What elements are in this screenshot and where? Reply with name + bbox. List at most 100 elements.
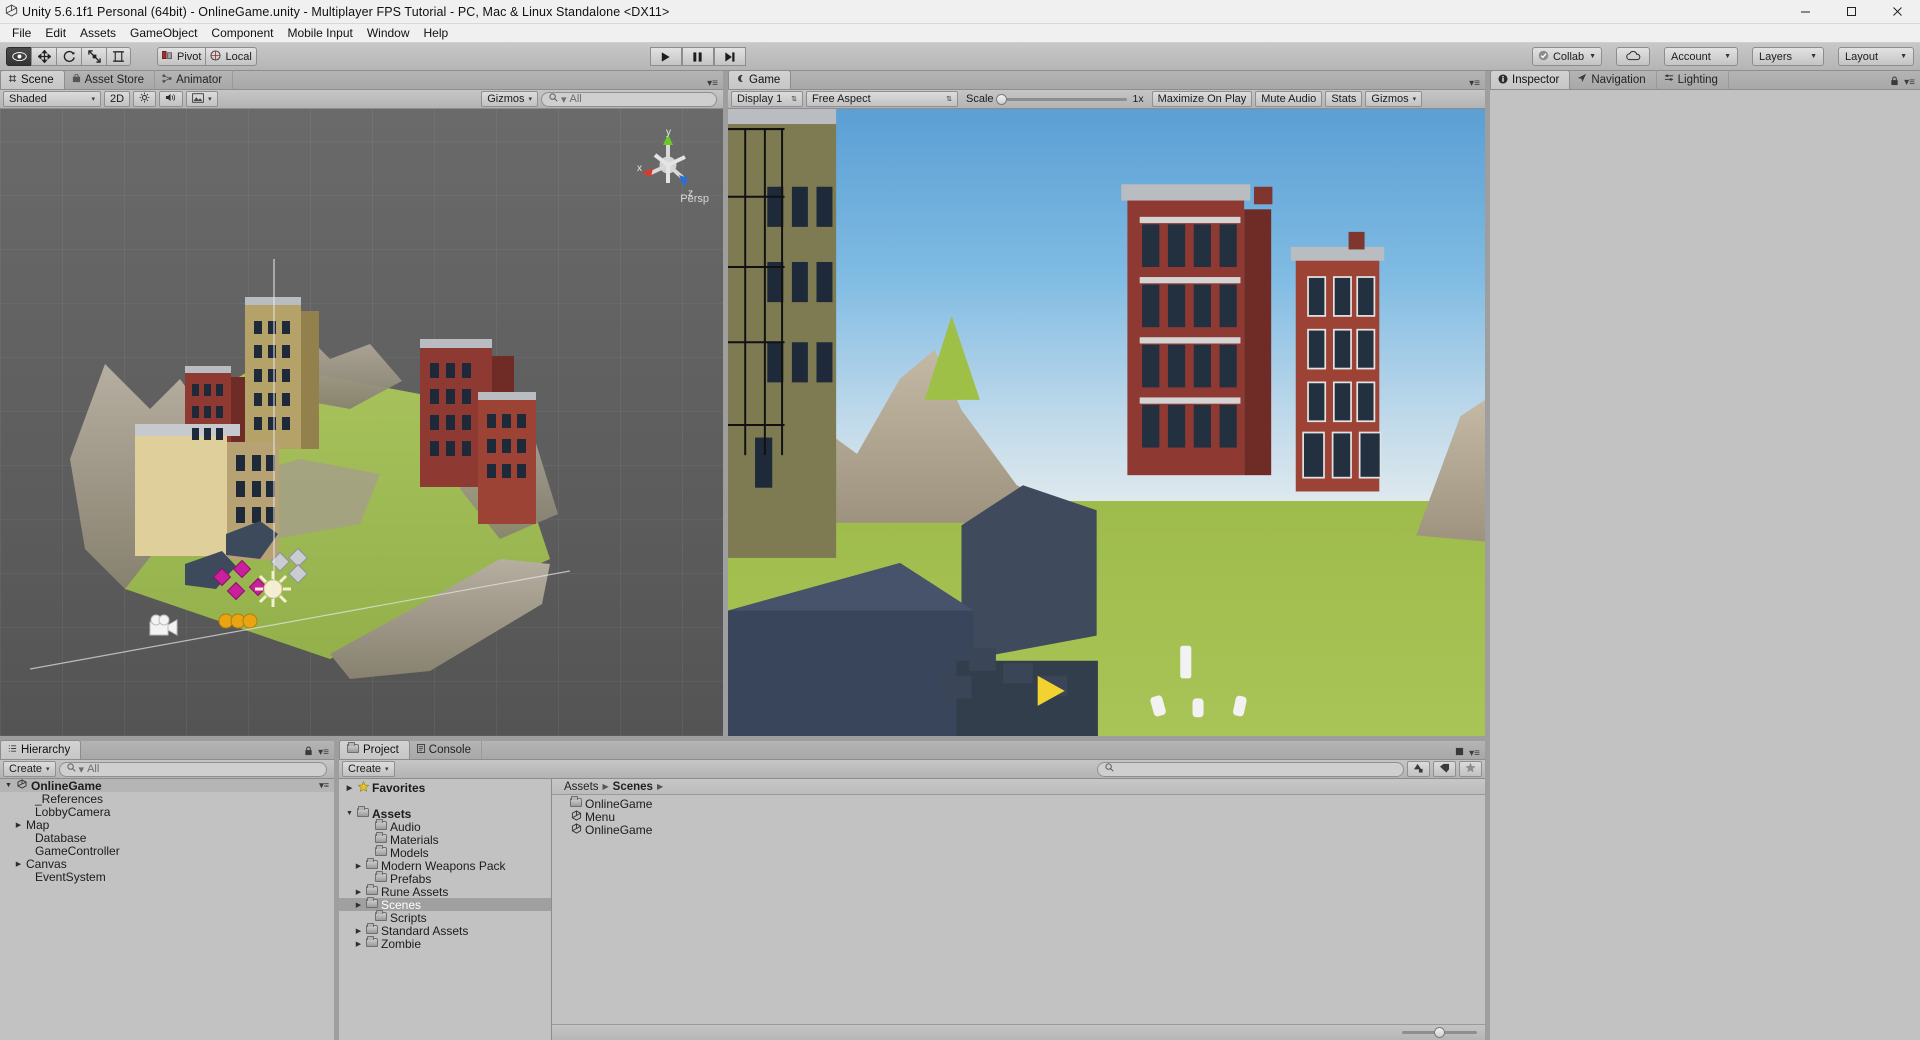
panel-menu-icon[interactable]: ▾≡ — [1904, 77, 1915, 88]
scale-slider-track[interactable] — [1000, 98, 1127, 101]
hierarchy-item-map[interactable]: ▶ Map — [0, 818, 334, 831]
pivot-toggle-button[interactable]: Pivot — [157, 47, 205, 66]
hierarchy-item-references[interactable]: ▶ _References — [0, 792, 334, 805]
panel-menu-icon[interactable]: ▾≡ — [1469, 78, 1480, 89]
stats-toggle[interactable]: Stats — [1325, 91, 1362, 107]
cloud-services-button[interactable] — [1616, 47, 1650, 66]
hierarchy-tree[interactable]: ▼ OnlineGame ▾≡ ▶ _References ▶ — [0, 779, 334, 1040]
display-dropdown[interactable]: Display 1 ⇅ — [731, 91, 803, 107]
menu-item-component[interactable]: Component — [204, 24, 280, 43]
breadcrumb-item-assets[interactable]: Assets — [564, 781, 599, 793]
step-button[interactable] — [714, 47, 746, 66]
panel-menu-icon[interactable]: ▾≡ — [1469, 748, 1480, 759]
chevron-right-icon[interactable]: ▶ — [354, 940, 363, 948]
menu-item-assets[interactable]: Assets — [73, 24, 123, 43]
layout-mode-icon[interactable] — [1455, 747, 1464, 759]
project-tree-item-audio[interactable]: ▶ Audio — [339, 820, 551, 833]
play-button[interactable] — [650, 47, 682, 66]
project-tree-item-favorites[interactable]: ▶ Favorites — [339, 781, 551, 794]
hierarchy-item-eventsystem[interactable]: ▶ EventSystem — [0, 870, 334, 883]
chevron-right-icon[interactable]: ▶ — [14, 821, 23, 829]
project-zoom-slider[interactable] — [1402, 1031, 1477, 1034]
filter-by-label-button[interactable] — [1433, 761, 1456, 777]
menu-item-gameobject[interactable]: GameObject — [123, 24, 204, 43]
project-item-onlinegame-scene[interactable]: OnlineGame — [552, 823, 1485, 836]
chevron-right-icon[interactable]: ▶ — [14, 860, 23, 868]
pause-button[interactable] — [682, 47, 714, 66]
chevron-right-icon[interactable]: ▶ — [354, 888, 363, 896]
draw-mode-dropdown[interactable]: Shaded ▾ — [3, 91, 101, 107]
2d-toggle-button[interactable]: 2D — [104, 91, 130, 107]
tab-animator[interactable]: Animator — [155, 70, 233, 89]
scene-panel-menu[interactable]: ▾≡ — [707, 78, 723, 89]
tab-asset-store[interactable]: Asset Store — [65, 70, 155, 89]
menu-item-help[interactable]: Help — [417, 24, 456, 43]
menu-item-mobile-input[interactable]: Mobile Input — [280, 24, 359, 43]
close-button[interactable] — [1874, 0, 1920, 24]
tab-inspector[interactable]: Inspector — [1490, 70, 1570, 89]
tab-game[interactable]: Game — [728, 70, 791, 89]
tab-hierarchy[interactable]: Hierarchy — [0, 740, 81, 759]
menu-item-window[interactable]: Window — [360, 24, 417, 43]
maximize-on-play-toggle[interactable]: Maximize On Play — [1152, 91, 1253, 107]
hierarchy-item-canvas[interactable]: ▶ Canvas — [0, 857, 334, 870]
layout-button[interactable]: Layout ▼ — [1838, 47, 1914, 66]
panel-menu-icon[interactable]: ▾≡ — [319, 780, 334, 791]
chevron-right-icon[interactable]: ▶ — [345, 784, 354, 792]
tab-scene[interactable]: Scene — [0, 70, 65, 89]
project-tree-item-modern-weapons-pack[interactable]: ▶ Modern Weapons Pack — [339, 859, 551, 872]
layers-button[interactable]: Layers ▼ — [1752, 47, 1824, 66]
game-panel-menu[interactable]: ▾≡ — [1469, 78, 1485, 89]
hierarchy-item-gamecontroller[interactable]: ▶ GameController — [0, 844, 334, 857]
maximize-button[interactable] — [1828, 0, 1874, 24]
inspector-content[interactable] — [1490, 90, 1920, 1040]
rect-transform-tool-button[interactable] — [106, 47, 131, 66]
scale-slider-group[interactable]: Scale 1x — [961, 91, 1149, 107]
panel-menu-icon[interactable]: ▾≡ — [318, 747, 329, 758]
project-tree-item-assets[interactable]: ▼ Assets — [339, 807, 551, 820]
hierarchy-item-lobbycamera[interactable]: ▶ LobbyCamera — [0, 805, 334, 818]
chevron-down-icon[interactable]: ▼ — [345, 810, 354, 817]
hand-tool-button[interactable] — [6, 47, 31, 66]
hierarchy-create-button[interactable]: Create ▾ — [3, 761, 56, 777]
scale-tool-button[interactable] — [81, 47, 106, 66]
scene-projection-label[interactable]: Persp — [680, 193, 709, 205]
menu-item-edit[interactable]: Edit — [38, 24, 73, 43]
chevron-right-icon[interactable]: ▶ — [354, 927, 363, 935]
move-tool-button[interactable] — [31, 47, 56, 66]
tab-lighting[interactable]: Lighting — [1657, 70, 1729, 89]
project-tree-item-zombie[interactable]: ▶ Zombie — [339, 937, 551, 950]
lock-icon[interactable] — [304, 746, 313, 759]
scale-slider-knob[interactable] — [996, 94, 1007, 105]
project-tree-item-scenes[interactable]: ▶ Scenes — [339, 898, 551, 911]
tab-console[interactable]: Console — [410, 740, 482, 759]
hierarchy-item-onlinegame[interactable]: ▼ OnlineGame ▾≡ — [0, 779, 334, 792]
scene-audio-toggle[interactable] — [159, 91, 183, 107]
chevron-right-icon[interactable]: ▶ — [354, 862, 363, 870]
scene-gizmos-dropdown[interactable]: Gizmos ▾ — [481, 91, 538, 107]
scene-orientation-gizmo[interactable]: y x z — [633, 123, 703, 201]
hierarchy-item-database[interactable]: ▶ Database — [0, 831, 334, 844]
scene-search-input[interactable]: ▾ All — [541, 92, 717, 107]
menu-item-file[interactable]: File — [5, 24, 38, 43]
scene-viewport[interactable]: y x z Persp — [0, 109, 723, 736]
project-item-onlinegame-folder[interactable]: OnlineGame — [552, 797, 1485, 810]
account-button[interactable]: Account ▼ — [1664, 47, 1738, 66]
tab-navigation[interactable]: Navigation — [1570, 70, 1656, 89]
breadcrumb-item-scenes[interactable]: Scenes — [613, 781, 653, 793]
space-toggle-button[interactable]: Local — [205, 47, 256, 66]
project-item-list[interactable]: OnlineGame Menu — [552, 795, 1485, 1024]
hierarchy-search-input[interactable]: ▾ All — [59, 762, 327, 777]
project-tree-item-materials[interactable]: ▶ Materials — [339, 833, 551, 846]
minimize-button[interactable] — [1782, 0, 1828, 24]
collab-button[interactable]: Collab ▼ — [1532, 47, 1602, 66]
chevron-right-icon[interactable]: ▶ — [354, 901, 363, 909]
chevron-down-icon[interactable]: ▼ — [4, 782, 13, 789]
scene-effects-toggle[interactable]: ▾ — [186, 91, 218, 107]
project-create-button[interactable]: Create ▾ — [342, 761, 395, 777]
filter-favorites-button[interactable] — [1459, 761, 1482, 777]
aspect-dropdown[interactable]: Free Aspect ⇅ — [806, 91, 958, 107]
project-folder-tree[interactable]: ▶ Favorites ▼ Assets — [339, 779, 552, 1040]
project-zoom-slider-knob[interactable] — [1434, 1027, 1445, 1038]
game-viewport[interactable] — [728, 109, 1485, 736]
